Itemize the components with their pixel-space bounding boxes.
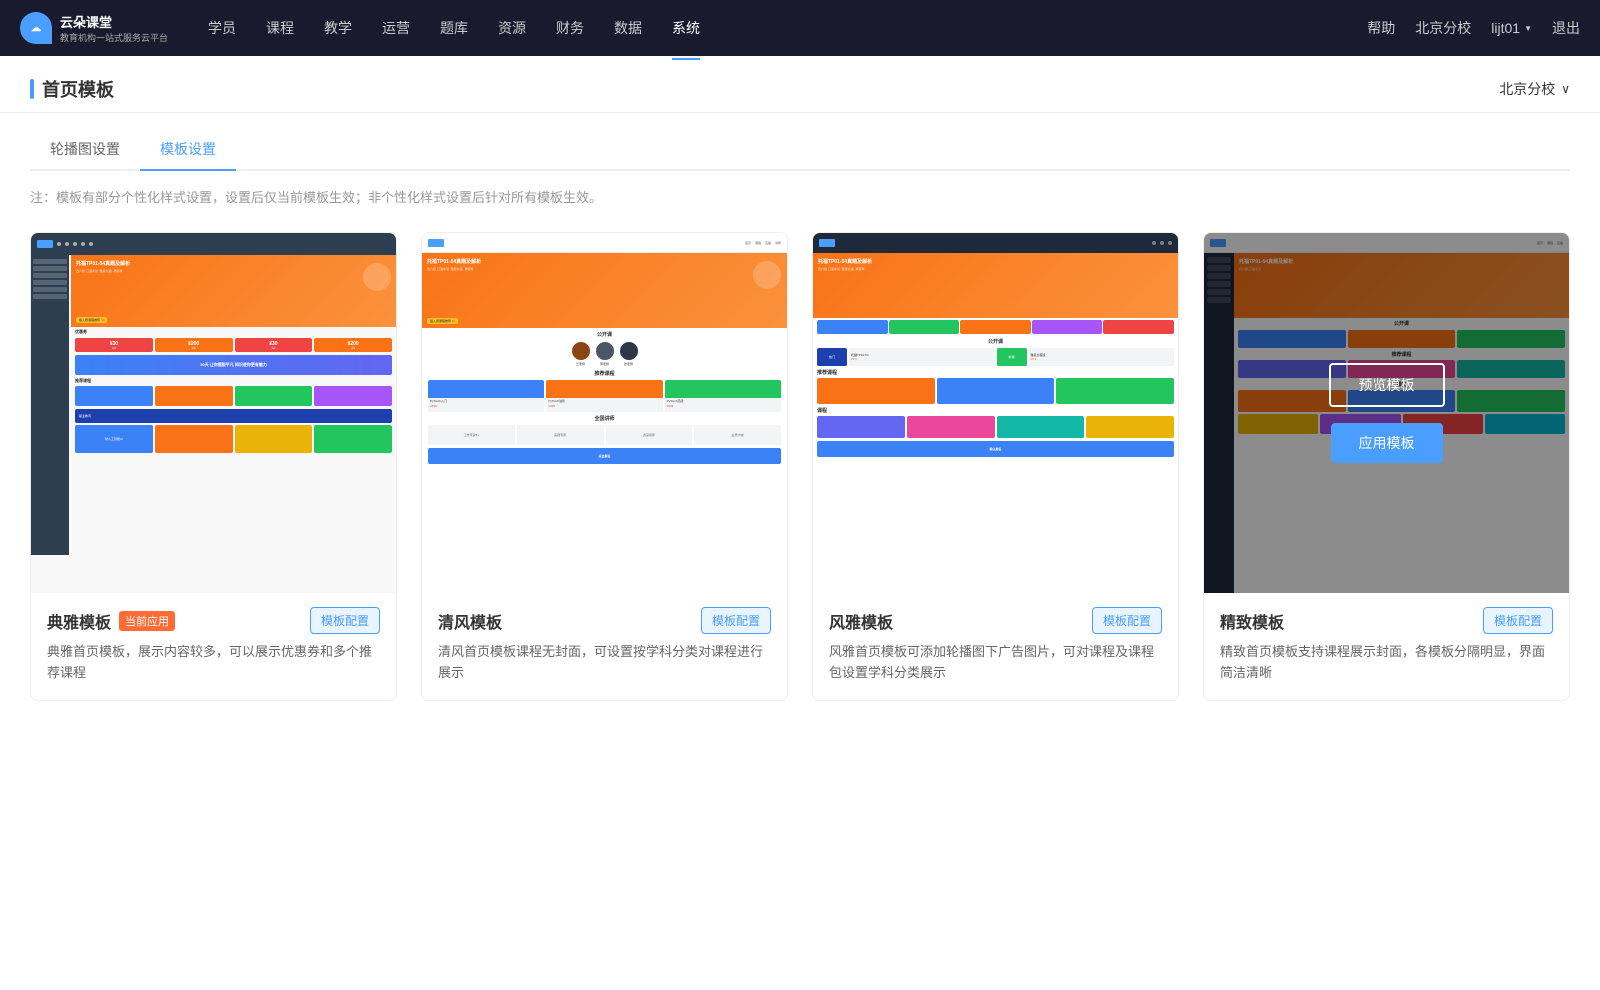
config-button-elegant[interactable]: 模板配置 [310, 607, 380, 634]
config-button-fengya[interactable]: 模板配置 [1092, 607, 1162, 634]
template-preview-elegant[interactable]: 托福TP01-54真题及解析 四六级 口语考试 ·雅思北语 ·录取率 插入题课程… [31, 233, 396, 593]
nav-item-students[interactable]: 学员 [208, 14, 236, 42]
template-name-elegant: 典雅模板 [47, 609, 111, 633]
page-header: 首页模板 北京分校 [0, 56, 1600, 113]
tab-template[interactable]: 模板设置 [140, 129, 236, 171]
template-desc-breeze: 清风首页模板课程无封面，可设置按学科分类对课程进行展示 [438, 642, 771, 684]
logo[interactable]: ☁ 云朵课堂 教育机构一站式服务云平台 [20, 12, 168, 44]
nav-logout[interactable]: 退出 [1552, 18, 1580, 38]
template-name-fengya: 风雅模板 [829, 609, 893, 633]
template-preview-breeze[interactable]: 首页 课程 直播 讲师 托福TP01-54真题及解析 四六级 口语考试 ·雅思北… [422, 233, 787, 593]
nav-items: 学员 课程 教学 运营 题库 资源 财务 数据 系统 [208, 14, 1367, 42]
template-name-row-refined: 精致模板 模板配置 [1220, 607, 1553, 634]
nav-item-finance[interactable]: 财务 [556, 14, 584, 42]
nav-item-operations[interactable]: 运营 [382, 14, 410, 42]
preview-button-fengya[interactable]: 预览模板 [938, 363, 1054, 407]
template-name-breeze: 清风模板 [438, 609, 502, 633]
nav-item-resources[interactable]: 资源 [498, 14, 526, 42]
template-desc-fengya: 风雅首页模板可添加轮播图下广告图片，可对课程及课程包设置学科分类展示 [829, 642, 1162, 684]
school-selector[interactable]: 北京分校 [1499, 79, 1570, 99]
preview-button-refined[interactable]: 预览模板 [1329, 363, 1445, 407]
current-badge-elegant: 当前应用 [119, 611, 175, 631]
preview-button-elegant[interactable]: 预览模板 [156, 363, 272, 407]
apply-button-fengya[interactable]: 应用模板 [940, 423, 1052, 463]
tabs-container: 轮播图设置 模板设置 [0, 113, 1600, 171]
template-card-breeze: 首页 课程 直播 讲师 托福TP01-54真题及解析 四六级 口语考试 ·雅思北… [421, 232, 788, 701]
logo-text: 云朵课堂 教育机构一站式服务云平台 [60, 12, 168, 44]
page-title: 首页模板 [30, 76, 114, 102]
nav-user[interactable]: lijt01 [1491, 20, 1532, 36]
nav-item-courses[interactable]: 课程 [266, 14, 294, 42]
nav-item-questions[interactable]: 题库 [440, 14, 468, 42]
template-card-refined: 首页 课程 直播 [1203, 232, 1570, 701]
templates-grid: 托福TP01-54真题及解析 四六级 口语考试 ·雅思北语 ·录取率 插入题课程… [0, 222, 1600, 731]
template-name-row-elegant: 典雅模板 当前应用 模板配置 [47, 607, 380, 634]
template-info-elegant: 典雅模板 当前应用 模板配置 典雅首页模板，展示内容较多，可以展示优惠券和多个推… [31, 593, 396, 700]
preview-overlay-refined: 预览模板 应用模板 [1204, 233, 1569, 593]
template-card-fengya: 托福TP01-54真题及解析 四六级 口语考试 ·雅思北语 ·录取率 公开课 [812, 232, 1179, 701]
logo-icon: ☁ [20, 12, 52, 44]
template-name-row-fengya: 风雅模板 模板配置 [829, 607, 1162, 634]
nav-help[interactable]: 帮助 [1367, 18, 1395, 38]
config-button-refined[interactable]: 模板配置 [1483, 607, 1553, 634]
nav-item-data[interactable]: 数据 [614, 14, 642, 42]
tabs: 轮播图设置 模板设置 [30, 129, 1570, 171]
template-preview-fengya[interactable]: 托福TP01-54真题及解析 四六级 口语考试 ·雅思北语 ·录取率 公开课 [813, 233, 1178, 593]
apply-button-refined[interactable]: 应用模板 [1331, 423, 1443, 463]
preview-button-breeze[interactable]: 预览模板 [547, 363, 663, 407]
nav-school[interactable]: 北京分校 [1415, 18, 1471, 38]
nav-right: 帮助 北京分校 lijt01 退出 [1367, 18, 1580, 38]
template-card-elegant: 托福TP01-54真题及解析 四六级 口语考试 ·雅思北语 ·录取率 插入题课程… [30, 232, 397, 701]
page-content: 首页模板 北京分校 轮播图设置 模板设置 注：模板有部分个性化样式设置，设置后仅… [0, 56, 1600, 990]
template-info-refined: 精致模板 模板配置 精致首页模板支持课程展示封面，各模板分隔明显，界面简洁清晰 [1204, 593, 1569, 700]
apply-button-elegant[interactable]: 应用模板 [158, 423, 270, 463]
tab-carousel[interactable]: 轮播图设置 [30, 129, 140, 171]
template-info-breeze: 清风模板 模板配置 清风首页模板课程无封面，可设置按学科分类对课程进行展示 [422, 593, 787, 700]
navigation: ☁ 云朵课堂 教育机构一站式服务云平台 学员 课程 教学 运营 题库 资源 财务… [0, 0, 1600, 56]
template-preview-refined[interactable]: 首页 课程 直播 [1204, 233, 1569, 593]
template-desc-refined: 精致首页模板支持课程展示封面，各模板分隔明显，界面简洁清晰 [1220, 642, 1553, 684]
template-name-refined: 精致模板 [1220, 609, 1284, 633]
template-desc-elegant: 典雅首页模板，展示内容较多，可以展示优惠券和多个推荐课程 [47, 642, 380, 684]
apply-button-breeze[interactable]: 应用模板 [549, 423, 661, 463]
nav-item-system[interactable]: 系统 [672, 14, 700, 42]
note-text: 注：模板有部分个性化样式设置，设置后仅当前模板生效；非个性化样式设置后针对所有模… [0, 171, 1600, 222]
template-name-row-breeze: 清风模板 模板配置 [438, 607, 771, 634]
nav-item-teaching[interactable]: 教学 [324, 14, 352, 42]
config-button-breeze[interactable]: 模板配置 [701, 607, 771, 634]
template-info-fengya: 风雅模板 模板配置 风雅首页模板可添加轮播图下广告图片，可对课程及课程包设置学科… [813, 593, 1178, 700]
